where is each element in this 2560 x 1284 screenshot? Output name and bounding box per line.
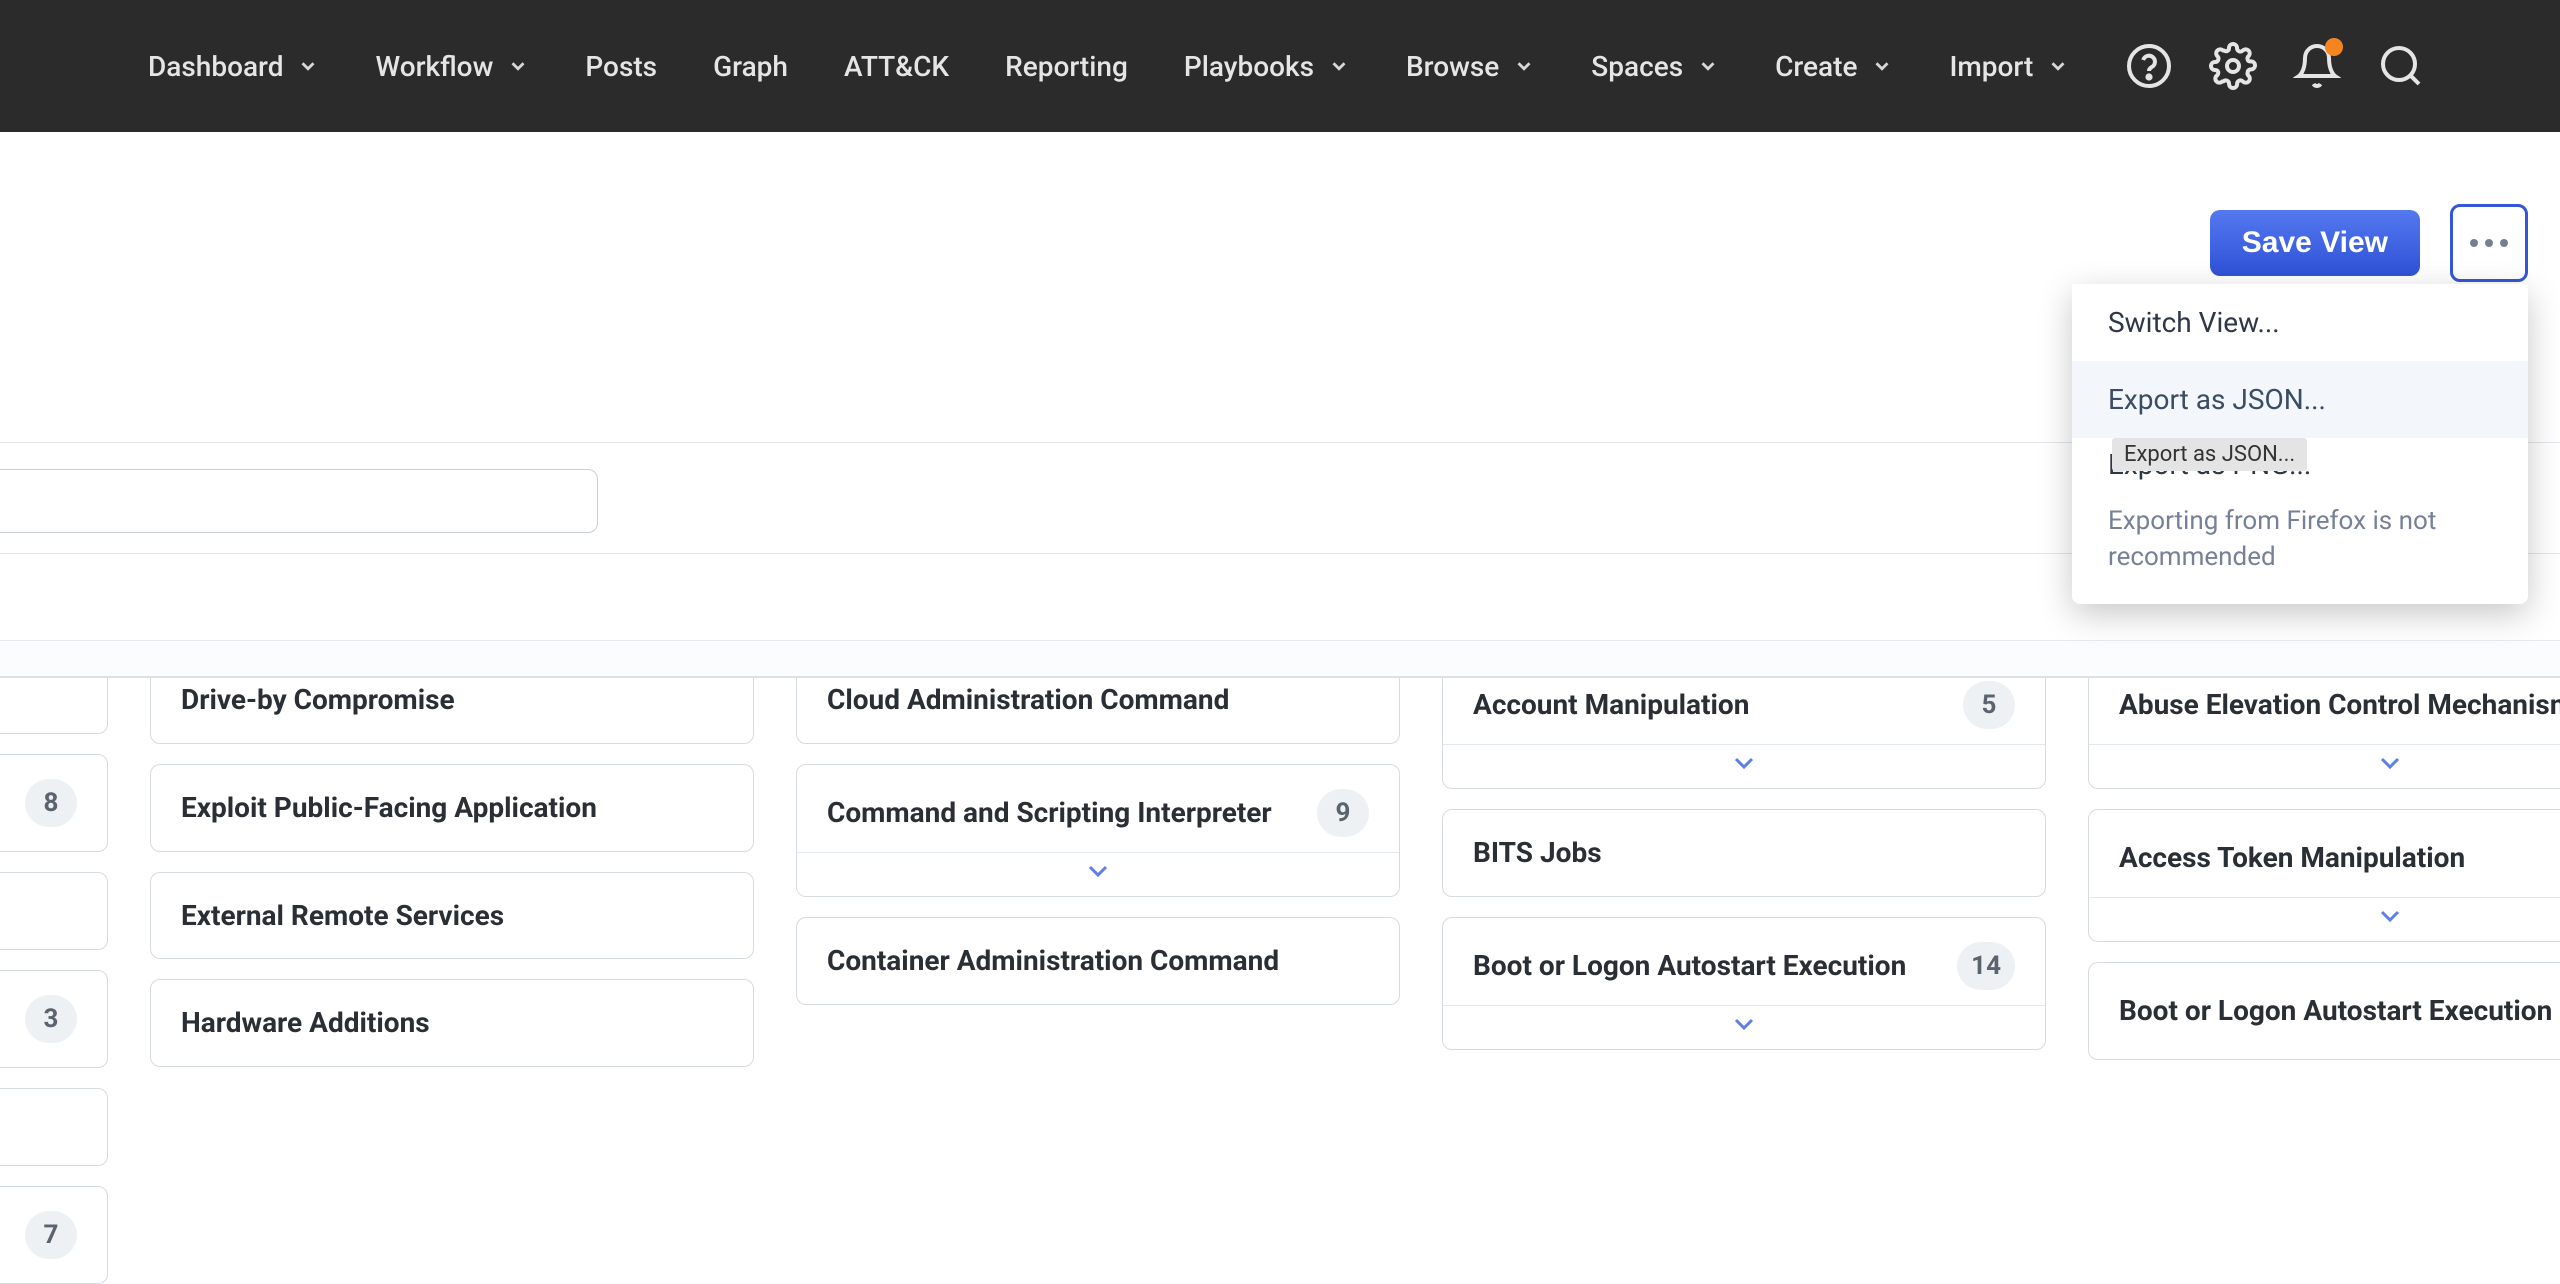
nav-posts[interactable]: Posts [585, 50, 657, 83]
card-title: Container Administration Command [827, 942, 1369, 980]
nav-label: Reporting [1005, 50, 1128, 83]
chevron-down-icon [1732, 756, 1756, 770]
expand-toggle[interactable] [2088, 744, 2560, 789]
more-menu-button[interactable] [2450, 204, 2528, 282]
expand-toggle[interactable] [796, 852, 1400, 897]
nav-label: Playbooks [1184, 50, 1314, 83]
chevron-down-icon [1328, 55, 1350, 77]
chevron-down-icon [1086, 864, 1110, 878]
nav-label: Dashboard [148, 50, 283, 83]
nav-label: Posts [585, 50, 657, 83]
chevron-down-icon [297, 55, 319, 77]
technique-card[interactable]: External Remote Services [150, 872, 754, 960]
attack-matrix: 8 3 7 Drive-by Compromise Exploit Public… [0, 656, 2560, 1284]
matrix-column-2: Cloud Administration Command Command and… [796, 656, 1400, 1284]
card-title: Account Manipulation [1473, 686, 1945, 724]
nav-dashboard[interactable]: Dashboard [148, 50, 319, 83]
nav-playbooks[interactable]: Playbooks [1184, 50, 1350, 83]
chevron-down-icon [1697, 55, 1719, 77]
nav-import[interactable]: Import [1949, 50, 2069, 83]
top-nav: Dashboard Workflow Posts Graph ATT&CK Re… [0, 0, 2560, 132]
technique-card[interactable]: Boot or Logon Autostart Execution 14 [2088, 962, 2560, 1060]
ellipsis-icon [2469, 238, 2509, 248]
technique-card[interactable]: Boot or Logon Autostart Execution 14 [1442, 917, 2046, 1015]
chevron-down-icon [1732, 1017, 1756, 1031]
card-count: 7 [25, 1211, 77, 1259]
technique-card[interactable] [0, 1088, 108, 1166]
expand-toggle[interactable] [1442, 1005, 2046, 1050]
matrix-column-0: 8 3 7 [0, 656, 108, 1284]
technique-card[interactable] [0, 872, 108, 950]
matrix-column-4: Abuse Elevation Control Mechanism 4 Acce… [2088, 656, 2560, 1284]
technique-card[interactable]: Exploit Public-Facing Application [150, 764, 754, 852]
search-icon[interactable] [2377, 42, 2425, 90]
card-count: 9 [1317, 789, 1369, 837]
toolbar: Save View [2210, 204, 2528, 282]
technique-card[interactable]: Container Administration Command [796, 917, 1400, 1005]
nav-label: Graph [713, 50, 788, 83]
card-count: 5 [1963, 681, 2015, 729]
gear-icon[interactable] [2209, 42, 2257, 90]
matrix-column-1: Drive-by Compromise Exploit Public-Facin… [150, 656, 754, 1284]
matrix-column-3: Account Manipulation 5 BITS Jobs Boot or… [1442, 656, 2046, 1284]
nav-label: Browse [1406, 50, 1499, 83]
chevron-down-icon [1871, 55, 1893, 77]
menu-export-png-note: Exporting from Firefox is not recommende… [2072, 503, 2528, 604]
card-title: External Remote Services [181, 897, 723, 935]
nav-label: ATT&CK [844, 50, 949, 83]
card-title: Cloud Administration Command [827, 681, 1369, 719]
technique-card[interactable]: Command and Scripting Interpreter 9 [796, 764, 1400, 862]
expand-toggle[interactable] [2088, 897, 2560, 942]
card-count: 8 [25, 779, 77, 827]
nav-label: Import [1949, 50, 2033, 83]
card-title: Command and Scripting Interpreter [827, 794, 1299, 832]
card-count: 3 [25, 995, 77, 1043]
chevron-down-icon [507, 55, 529, 77]
column-header-strip [0, 640, 2560, 678]
nav-label: Create [1775, 50, 1857, 83]
card-title: BITS Jobs [1473, 834, 2015, 872]
technique-card[interactable]: 3 [0, 970, 108, 1068]
chevron-down-icon [2378, 756, 2402, 770]
chevron-down-icon [2378, 909, 2402, 923]
card-title: Boot or Logon Autostart Execution [1473, 947, 1939, 985]
nav-icons [2125, 42, 2425, 90]
nav-reporting[interactable]: Reporting [1005, 50, 1128, 83]
card-title: Boot or Logon Autostart Execution [2119, 992, 2560, 1030]
nav-graph[interactable]: Graph [713, 50, 788, 83]
save-view-button[interactable]: Save View [2210, 210, 2420, 276]
nav-spaces[interactable]: Spaces [1591, 50, 1719, 83]
card-title: Hardware Additions [181, 1004, 723, 1042]
nav-create[interactable]: Create [1775, 50, 1893, 83]
nav-browse[interactable]: Browse [1406, 50, 1535, 83]
menu-switch-view[interactable]: Switch View... [2072, 284, 2528, 361]
chevron-down-icon [1513, 55, 1535, 77]
bell-icon[interactable] [2293, 42, 2341, 90]
technique-card[interactable]: 8 [0, 754, 108, 852]
card-title: Exploit Public-Facing Application [181, 789, 723, 827]
card-title: Drive-by Compromise [181, 681, 723, 719]
card-count: 14 [1957, 942, 2015, 990]
nav-label: Spaces [1591, 50, 1683, 83]
expand-toggle[interactable] [1442, 744, 2046, 789]
help-icon[interactable] [2125, 42, 2173, 90]
tooltip: Export as JSON... [2112, 438, 2307, 471]
more-menu-dropdown: Switch View... Export as JSON... Export … [2072, 284, 2528, 604]
technique-card[interactable]: Access Token Manipulation 5 [2088, 809, 2560, 907]
card-title: Abuse Elevation Control Mechanism [2119, 686, 2560, 724]
technique-card[interactable]: 7 [0, 1186, 108, 1284]
nav-attack[interactable]: ATT&CK [844, 50, 949, 83]
nav-label: Workflow [375, 50, 493, 83]
chevron-down-icon [2047, 55, 2069, 77]
menu-export-json[interactable]: Export as JSON... [2072, 361, 2528, 438]
nav-workflow[interactable]: Workflow [375, 50, 529, 83]
filter-input[interactable] [0, 469, 598, 533]
card-title: Access Token Manipulation [2119, 839, 2560, 877]
technique-card[interactable]: Hardware Additions [150, 979, 754, 1067]
technique-card[interactable]: BITS Jobs [1442, 809, 2046, 897]
